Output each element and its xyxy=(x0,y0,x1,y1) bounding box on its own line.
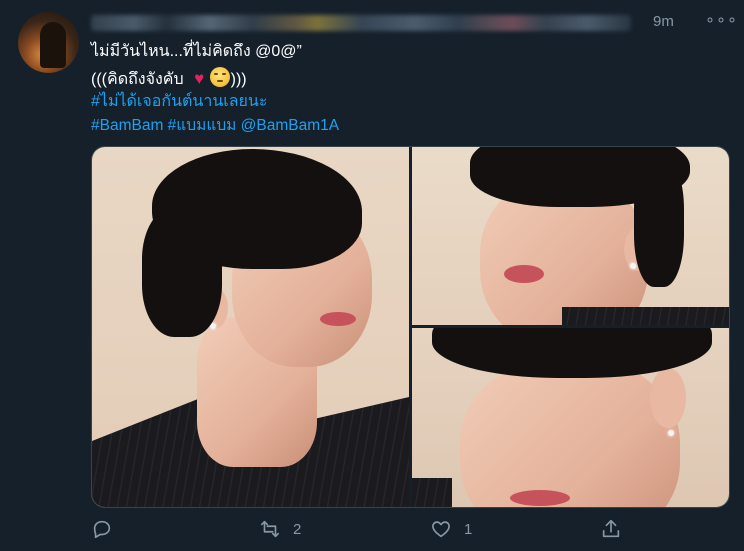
more-icon[interactable]: ∘∘∘ xyxy=(705,10,738,30)
photo-1[interactable] xyxy=(92,147,409,507)
tweet-text-line-2-suffix: ))) xyxy=(230,71,247,88)
tweet-text-line-1: ไม่มีวันไหน...ที่ไม่คิดถึง @0@” xyxy=(91,43,302,60)
tweet[interactable]: 9m ∘∘∘ ไม่มีวันไหน...ที่ไม่คิดถึง @0@” (… xyxy=(0,0,744,551)
reply-button[interactable] xyxy=(91,514,125,544)
media-grid xyxy=(91,146,730,508)
suit-jacket xyxy=(562,307,729,325)
hair-back xyxy=(142,207,222,337)
lips xyxy=(320,312,356,326)
tweet-header: 9m ∘∘∘ xyxy=(91,10,737,36)
like-icon xyxy=(432,521,450,538)
tweet-text-line-2-prefix: (((คิดถึงจังคับ xyxy=(91,71,184,88)
like-button[interactable]: 1 xyxy=(430,514,472,544)
lips xyxy=(504,265,544,283)
ear xyxy=(650,368,686,428)
like-count: 1 xyxy=(464,520,473,538)
action-bar: 2 1 xyxy=(91,514,731,544)
photo-3[interactable] xyxy=(412,328,729,507)
face xyxy=(460,358,680,507)
earring xyxy=(668,430,674,436)
reply-icon xyxy=(93,520,111,539)
share-button[interactable] xyxy=(600,514,634,544)
share-icon xyxy=(602,519,620,538)
retweet-icon xyxy=(260,520,280,538)
face-emoji xyxy=(209,67,230,87)
blurred-author-name[interactable] xyxy=(91,15,631,31)
tweet-timestamp[interactable]: 9m xyxy=(653,13,674,30)
hair-side xyxy=(634,157,684,287)
suit-jacket xyxy=(412,478,452,507)
lips xyxy=(510,490,570,506)
earring xyxy=(630,263,636,269)
photo-2[interactable] xyxy=(412,147,729,325)
hashtag-link[interactable]: #ไม่ได้เจอกันต์นานเลยนะ xyxy=(91,92,267,112)
tags-and-mention[interactable]: #BamBam #แบมแบม @BamBam1A xyxy=(91,116,339,136)
retweet-count: 2 xyxy=(293,520,302,538)
heart-emoji: ♥ xyxy=(194,69,205,88)
avatar[interactable] xyxy=(18,12,79,73)
retweet-button[interactable]: 2 xyxy=(259,514,301,544)
avatar-silhouette xyxy=(40,22,66,68)
tweet-text-line-2: (((คิดถึงจังคับ ♥ ))) xyxy=(91,67,247,90)
